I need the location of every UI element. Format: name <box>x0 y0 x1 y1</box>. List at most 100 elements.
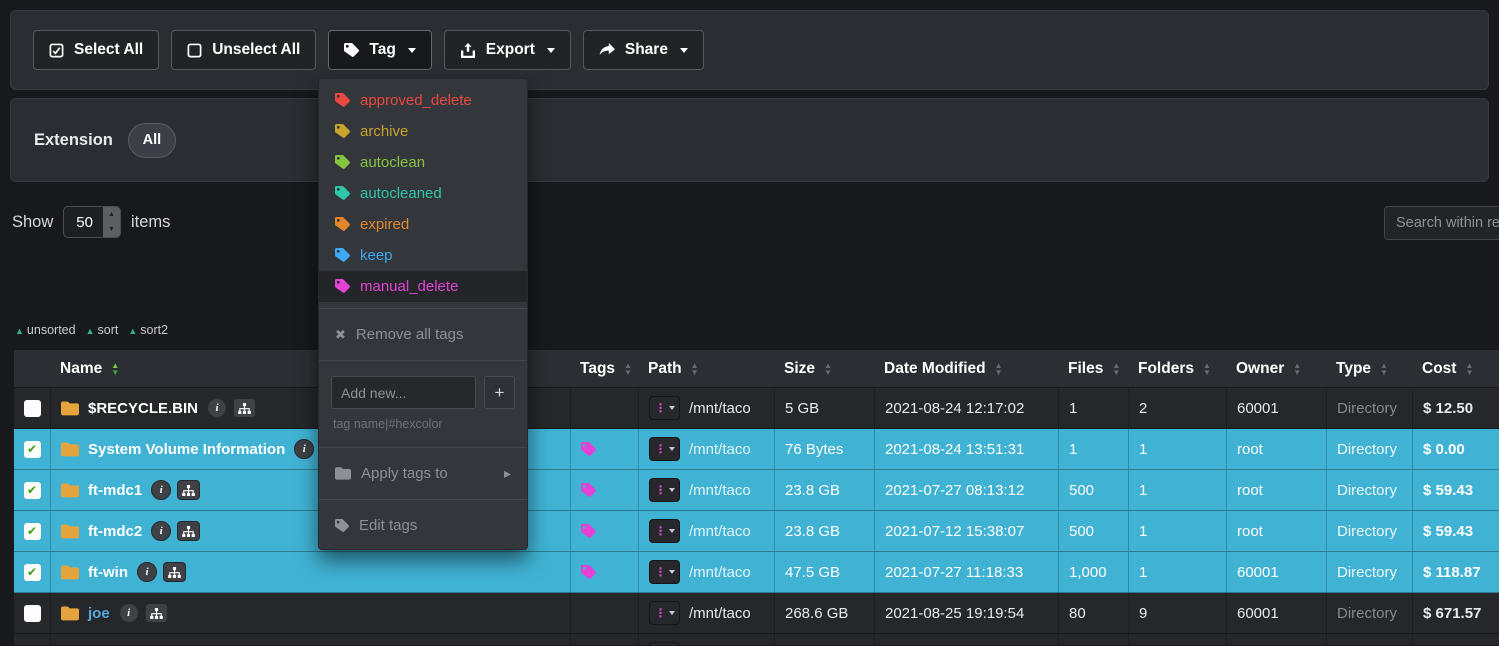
remove-all-tags-item[interactable]: ✖ Remove all tags <box>319 315 527 354</box>
row-checkbox[interactable]: ✔ <box>24 523 41 540</box>
path-cell: ⋮ /mnt/taco <box>638 511 774 551</box>
tree-button[interactable] <box>177 521 200 541</box>
tag-menu-item[interactable]: autoclean <box>319 147 527 178</box>
table-row[interactable]: ✔ ft-mdc2 i ⋮ /mnt/taco 23.8 GB 2021-07-… <box>14 511 1499 552</box>
path-menu-button[interactable]: ⋮ <box>649 437 680 461</box>
export-button[interactable]: Export <box>444 30 571 70</box>
path-menu-button[interactable]: ⋮ <box>649 560 680 584</box>
table-row[interactable]: ✔ System Volume Information i ⋮ /mnt/tac… <box>14 429 1499 470</box>
owner-cell: root <box>1226 429 1326 469</box>
tree-button[interactable] <box>145 603 168 623</box>
select-all-button[interactable]: Select All <box>33 30 159 70</box>
info-button[interactable]: i <box>119 603 139 623</box>
tree-button[interactable] <box>233 398 256 418</box>
caret-down-icon <box>680 48 688 53</box>
column-header-cost[interactable]: Cost <box>1412 350 1499 387</box>
stepper-down-icon[interactable] <box>103 222 120 237</box>
ellipsis-icon: ⋮ <box>655 443 667 455</box>
folders-cell: 1 <box>1128 429 1226 469</box>
name-link[interactable]: System Volume Information <box>88 441 285 458</box>
path-cell: ⋮ /mnt/taco <box>638 593 774 633</box>
path-menu-button[interactable]: ⋮ <box>649 642 680 645</box>
stepper-up-icon[interactable] <box>103 207 120 222</box>
info-button[interactable]: i <box>151 521 171 541</box>
info-button[interactable]: i <box>294 439 314 459</box>
column-header-tags[interactable]: Tags <box>570 350 638 387</box>
table-row[interactable]: ✔ ft-win i ⋮ /mnt/taco 47.5 GB 2021-07-2… <box>14 552 1499 593</box>
info-button[interactable]: i <box>137 562 157 582</box>
sort-link-sort[interactable]: sort <box>86 323 119 337</box>
ellipsis-icon: ⋮ <box>655 484 667 496</box>
spinner-stepper[interactable] <box>103 207 120 237</box>
tree-button[interactable] <box>177 480 200 500</box>
row-checkbox[interactable]: ✔ <box>24 564 41 581</box>
table-row-partial[interactable]: ⋮ <box>14 634 1499 646</box>
path-cell: ⋮ /mnt/taco <box>638 552 774 592</box>
ellipsis-icon: ⋮ <box>655 402 667 414</box>
file-table: Name Tags Path Size Date Modified Files … <box>14 350 1499 646</box>
sort-link-sort2[interactable]: sort2 <box>128 323 168 337</box>
cost-cell: $ 59.43 <box>1412 511 1499 551</box>
sort-arrows-icon <box>111 362 119 376</box>
remove-all-tags-label: Remove all tags <box>356 326 464 343</box>
export-button-label: Export <box>486 41 535 59</box>
row-checkbox[interactable]: ✔ <box>24 605 41 622</box>
tag-menu-item[interactable]: approved_delete <box>319 85 527 116</box>
unselect-all-button[interactable]: Unselect All <box>171 30 316 70</box>
tag-button[interactable]: Tag <box>328 30 431 70</box>
tags-cell <box>570 552 638 592</box>
column-header-folders[interactable]: Folders <box>1128 350 1226 387</box>
tag-menu-item[interactable]: autocleaned <box>319 178 527 209</box>
tag-icon <box>581 524 596 539</box>
column-header-path[interactable]: Path <box>638 350 774 387</box>
name-link[interactable]: ft-mdc1 <box>88 482 142 499</box>
items-label: items <box>131 213 170 232</box>
sort-arrows-icon <box>995 362 1003 376</box>
name-link[interactable]: joe <box>88 605 110 622</box>
column-header-date-modified[interactable]: Date Modified <box>874 350 1058 387</box>
show-count-spinner[interactable]: 50 <box>63 206 121 238</box>
sort-link-unsorted[interactable]: unsorted <box>15 323 76 337</box>
add-tag-input[interactable] <box>331 376 476 409</box>
column-header-owner[interactable]: Owner <box>1226 350 1326 387</box>
tag-menu-item[interactable]: expired <box>319 209 527 240</box>
path-menu-button[interactable]: ⋮ <box>649 478 680 502</box>
owner-cell: 60001 <box>1226 593 1326 633</box>
path-menu-button[interactable]: ⋮ <box>649 601 680 625</box>
tree-button[interactable] <box>163 562 186 582</box>
path-menu-button[interactable]: ⋮ <box>649 396 680 420</box>
apply-tags-to-item[interactable]: Apply tags to ▸ <box>319 454 527 493</box>
column-header-size[interactable]: Size <box>774 350 874 387</box>
edit-tags-item[interactable]: Edit tags <box>319 506 527 545</box>
table-row[interactable]: ✔ $RECYCLE.BIN i ⋮ /mnt/taco 5 GB 2021-0… <box>14 388 1499 429</box>
info-button[interactable]: i <box>151 480 171 500</box>
path-menu-button[interactable]: ⋮ <box>649 519 680 543</box>
folders-cell: 2 <box>1128 388 1226 428</box>
name-link[interactable]: ft-mdc2 <box>88 523 142 540</box>
table-row[interactable]: ✔ ft-mdc1 i ⋮ /mnt/taco 23.8 GB 2021-07-… <box>14 470 1499 511</box>
tag-menu-item[interactable]: manual_delete <box>319 271 527 302</box>
add-tag-button[interactable]: + <box>484 376 515 409</box>
info-icon: i <box>127 607 130 619</box>
name-link[interactable]: $RECYCLE.BIN <box>88 400 198 417</box>
row-checkbox[interactable]: ✔ <box>24 400 41 417</box>
folder-icon <box>61 524 79 539</box>
tag-menu-item[interactable]: archive <box>319 116 527 147</box>
search-input[interactable] <box>1384 206 1499 240</box>
files-cell: 1,000 <box>1058 552 1128 592</box>
folder-icon <box>61 401 79 416</box>
column-header-files[interactable]: Files <box>1058 350 1128 387</box>
extension-all-pill[interactable]: All <box>128 123 176 158</box>
share-button[interactable]: Share <box>583 30 704 70</box>
check-icon: ✔ <box>27 484 37 496</box>
name-link[interactable]: ft-win <box>88 564 128 581</box>
row-checkbox[interactable]: ✔ <box>24 482 41 499</box>
table-row[interactable]: ✔ joe i ⋮ /mnt/taco 268.6 GB 2021-08-25 … <box>14 593 1499 634</box>
tag-menu-item[interactable]: keep <box>319 240 527 271</box>
tree-icon <box>168 567 181 578</box>
menu-divider <box>319 360 527 361</box>
row-checkbox[interactable]: ✔ <box>24 441 41 458</box>
column-header-type[interactable]: Type <box>1326 350 1412 387</box>
info-button[interactable]: i <box>207 398 227 418</box>
show-items-control: Show 50 items <box>12 206 170 238</box>
